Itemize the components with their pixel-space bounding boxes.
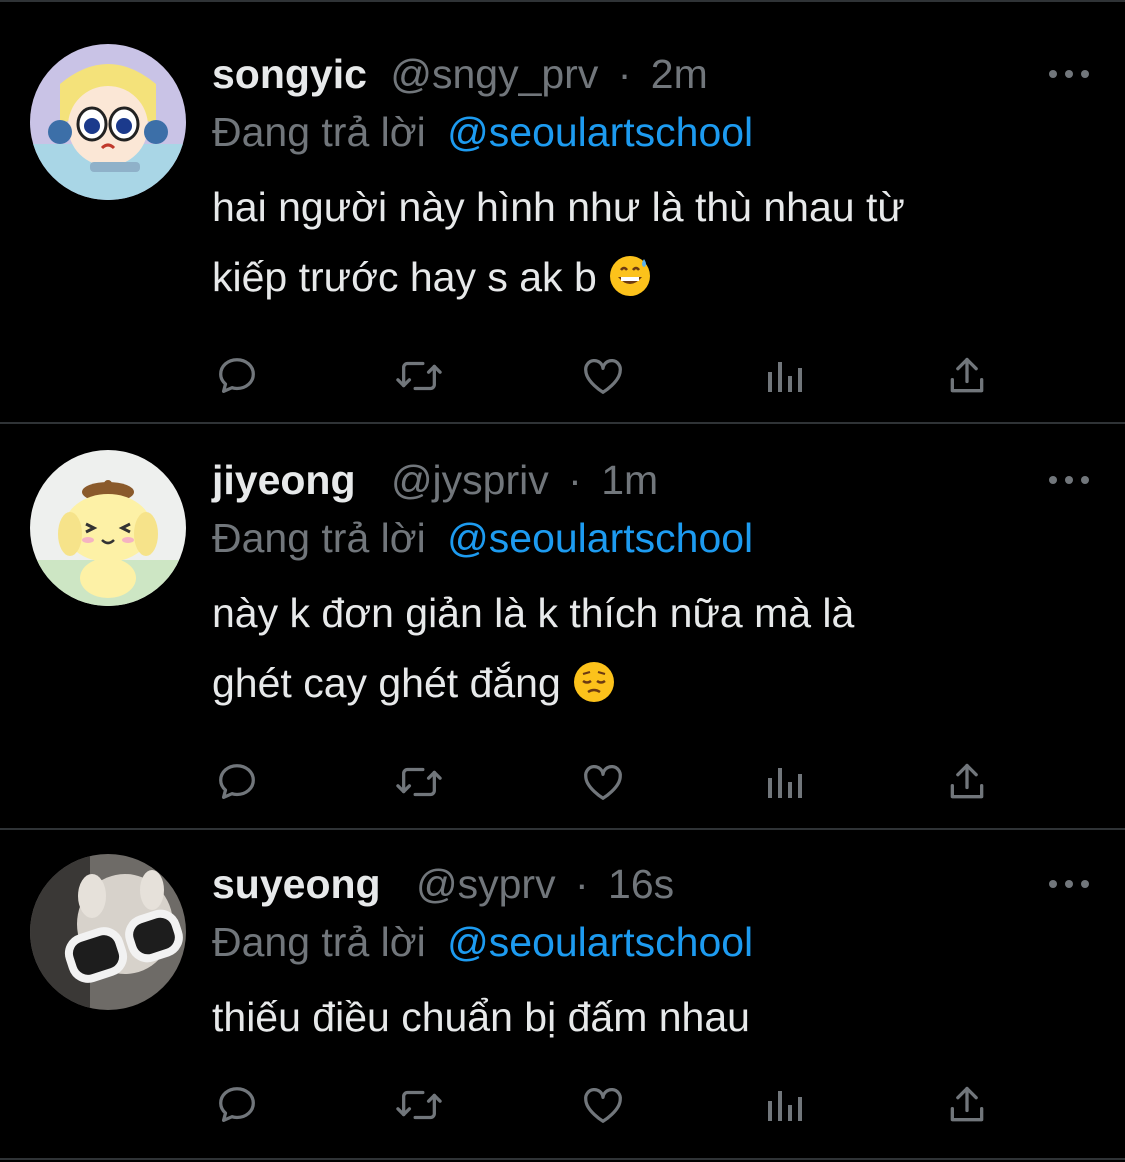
separator-dot: · <box>568 457 582 503</box>
reply-icon[interactable] <box>212 1080 262 1130</box>
grinning-face-with-sweat-icon <box>609 256 650 296</box>
tweet-text-line: hai người này hình như là thù nhau từ <box>212 184 905 230</box>
analytics-icon[interactable] <box>761 1080 811 1130</box>
tweet-header: songyic @sngy_prv · 2m <box>212 44 708 104</box>
tweet-songyic[interactable]: songyic @sngy_prv · 2m Đang trả lời @seo… <box>0 0 1125 422</box>
tweet-header: suyeong @syprv · 16s <box>212 854 674 914</box>
user-handle[interactable]: @jyspriv <box>391 457 549 503</box>
tweet-text-segment: kiếp trước hay s ak b <box>212 254 597 300</box>
tweet-text-segment: ghét cay ghét đắng <box>212 660 561 706</box>
bottom-divider <box>0 1158 1125 1160</box>
separator-dot: · <box>574 861 589 907</box>
display-name[interactable]: jiyeong <box>212 457 356 503</box>
analytics-icon[interactable] <box>761 351 811 401</box>
timestamp[interactable]: 1m <box>601 457 658 503</box>
share-icon[interactable] <box>942 1080 992 1130</box>
reply-mention-link[interactable]: @seoulartschool <box>447 919 753 965</box>
like-icon[interactable] <box>578 351 628 401</box>
share-icon[interactable] <box>942 351 992 401</box>
display-name[interactable]: suyeong <box>212 861 381 907</box>
user-handle[interactable]: @sngy_prv <box>390 51 598 97</box>
avatar[interactable] <box>30 44 186 200</box>
more-options-icon[interactable] <box>1049 854 1089 914</box>
avatar[interactable] <box>30 450 186 606</box>
tweet-jiyeong[interactable]: jiyeong @jyspriv · 1m Đang trả lời @seou… <box>0 424 1125 828</box>
retweet-icon[interactable] <box>394 351 444 401</box>
retweet-icon[interactable] <box>394 1080 444 1130</box>
like-icon[interactable] <box>578 1080 628 1130</box>
tweet-text: này k đơn giản là k thích nữa mà là ghét… <box>212 578 1072 718</box>
tweet-text-line: ghét cay ghét đắng <box>212 648 1072 718</box>
retweet-icon[interactable] <box>394 757 444 807</box>
replying-to: Đang trả lời @seoulartschool <box>212 508 753 568</box>
replying-to: Đang trả lời @seoulartschool <box>212 912 753 972</box>
replying-to: Đang trả lời @seoulartschool <box>212 102 753 162</box>
separator-dot: · <box>617 51 632 97</box>
tweet-header: jiyeong @jyspriv · 1m <box>212 450 658 510</box>
analytics-icon[interactable] <box>761 757 811 807</box>
tweet-text: thiếu điều chuẩn bị đấm nhau <box>212 982 1072 1052</box>
tweet-text-line: thiếu điều chuẩn bị đấm nhau <box>212 994 750 1040</box>
tweet-text: hai người này hình như là thù nhau từ ki… <box>212 172 1072 312</box>
more-options-icon[interactable] <box>1049 450 1089 510</box>
timestamp[interactable]: 2m <box>651 51 708 97</box>
replying-to-label: Đang trả lời <box>212 919 426 965</box>
reply-mention-link[interactable]: @seoulartschool <box>447 515 753 561</box>
avatar[interactable] <box>30 854 186 1010</box>
tweet-suyeong[interactable]: suyeong @syprv · 16s Đang trả lời @seoul… <box>0 830 1125 1160</box>
reply-icon[interactable] <box>212 757 262 807</box>
more-options-icon[interactable] <box>1049 44 1089 104</box>
tweet-text-line: kiếp trước hay s ak b <box>212 242 1072 312</box>
share-icon[interactable] <box>942 757 992 807</box>
display-name[interactable]: songyic <box>212 51 367 97</box>
tweet-text-line: này k đơn giản là k thích nữa mà là <box>212 590 855 636</box>
timestamp[interactable]: 16s <box>608 861 674 907</box>
replying-to-label: Đang trả lời <box>212 109 426 155</box>
reply-mention-link[interactable]: @seoulartschool <box>447 109 753 155</box>
replying-to-label: Đang trả lời <box>212 515 426 561</box>
like-icon[interactable] <box>578 757 628 807</box>
reply-icon[interactable] <box>212 351 262 401</box>
pensive-face-icon <box>573 662 614 702</box>
user-handle[interactable]: @syprv <box>416 861 556 907</box>
